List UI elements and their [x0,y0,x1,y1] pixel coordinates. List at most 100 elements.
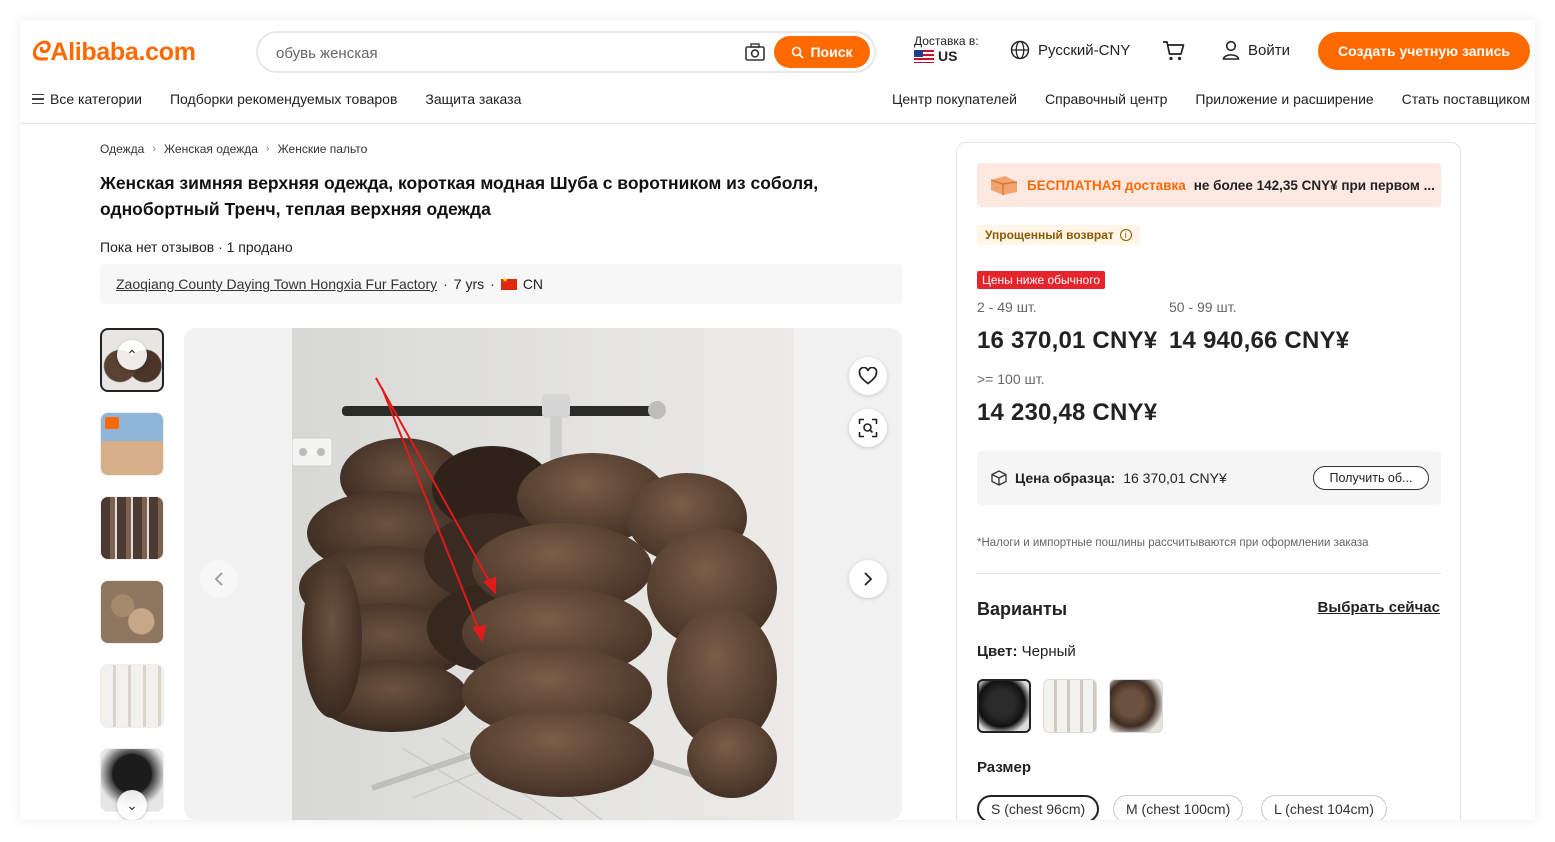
color-label-value: Черный [1021,643,1076,660]
chevron-right-icon: › [265,143,270,155]
next-image-button[interactable] [849,560,887,598]
sample-value: 16 370,01 CNY¥ [1123,470,1227,486]
thumbnail-5[interactable] [100,664,164,728]
language-label: Русский-CNY [1038,41,1131,59]
logo-text: Alibaba.com [50,37,196,66]
header: ᘓ Alibaba.com Поиск Доставка в: [20,20,1535,124]
alibaba-logo[interactable]: ᘓ Alibaba.com [30,34,196,70]
size-option-l[interactable]: L (chest 104cm) [1261,795,1387,820]
search-bar: Поиск [256,31,876,73]
info-icon: i [1119,229,1132,241]
review-summary: Пока нет отзывов · 1 продано [100,239,293,255]
sample-label: Цена образца: [1015,470,1116,486]
cn-flag-icon [500,276,517,290]
breadcrumb-item[interactable]: Одежда [100,142,144,156]
deliver-to[interactable]: Доставка в: US [914,34,979,64]
nav-app-extension[interactable]: Приложение и расширение [1195,91,1373,107]
chevron-right-icon [864,572,873,586]
free-shipping-banner[interactable]: БЕСПЛАТНАЯ доставка не более 142,35 CNY¥… [977,163,1441,207]
user-icon [1222,40,1240,60]
us-flag-icon [914,50,934,63]
color-label-key: Цвет: [977,643,1018,660]
search-button[interactable]: Поиск [774,36,870,68]
breadcrumb: Одежда › Женская одежда › Женские пальто [100,142,367,156]
camera-search-icon[interactable] [744,42,766,62]
sample-price-box: Цена образца: 16 370,01 CNY¥ Получить об… [977,451,1441,505]
deliver-to-country: US [938,48,958,64]
menu-icon [32,93,44,105]
breadcrumb-item[interactable]: Женские пальто [278,142,368,156]
nav-left: Все категории Подборки рекомендуемых тов… [32,88,521,110]
thumbnail-4[interactable] [100,580,164,644]
fur-coat-photo [292,328,794,820]
deliver-to-label: Доставка в: [914,34,979,48]
size-label: Размер [977,759,1032,776]
nav-help-center[interactable]: Справочный центр [1045,91,1167,107]
nav-right: Центр покупателей Справочный центр Прило… [892,88,1530,110]
nav-all-categories[interactable]: Все категории [32,91,142,107]
chevron-right-icon: › [152,143,156,155]
search-icon [792,46,805,59]
nav-become-supplier[interactable]: Стать поставщиком [1402,91,1530,107]
separator-dot: · [490,276,495,292]
tier-1-qty: 2 - 49 шт. [977,299,1037,315]
login-label: Войти [1248,41,1290,59]
supplier-link[interactable]: Zaoqiang County Daying Town Hongxia Fur … [116,276,437,292]
size-option-s[interactable]: S (chest 96cm) [977,795,1100,820]
tier-1-price: 16 370,01 CNY¥ [977,327,1158,354]
easy-return-badge[interactable]: Упрощенный возврат i [977,225,1140,245]
divider [977,573,1441,574]
tier-2-price: 14 940,66 CNY¥ [1169,327,1350,354]
free-shipping-highlight: БЕСПЛАТНАЯ доставка [1027,177,1186,193]
video-badge-icon [105,417,119,429]
globe-icon [1010,40,1030,60]
chevron-up-icon[interactable]: ⌃ [117,340,147,370]
login-link[interactable]: Войти [1222,40,1290,60]
product-title: Женская зимняя верхняя одежда, короткая … [100,173,819,219]
color-swatch-black[interactable] [977,679,1031,733]
previous-image-button[interactable] [200,560,238,598]
tier-2-qty: 50 - 99 шт. [1169,299,1237,315]
chevron-left-icon [214,572,223,586]
supplier-bar: Zaoqiang County Daying Town Hongxia Fur … [100,264,902,304]
thumbnail-3[interactable] [100,496,164,560]
nav-item-label: Все категории [50,91,142,107]
product-photo[interactable] [292,328,794,820]
cart-icon[interactable] [1162,40,1186,62]
gift-truck-icon [990,176,1018,195]
get-sample-button[interactable]: Получить об... [1313,466,1429,490]
search-button-label: Поиск [810,44,853,60]
color-swatch-white[interactable] [1043,679,1097,733]
tax-note: *Налоги и импортные пошлины рассчитывают… [977,537,1369,549]
thumbnail-strip: ⌃ ⌄ [100,328,166,820]
size-option-m[interactable]: M (chest 100cm) [1113,795,1244,820]
variants-heading: Варианты [977,599,1068,619]
free-shipping-text: не более 142,35 CNY¥ при первом ... [1193,177,1435,193]
signup-button[interactable]: Создать учетную запись [1318,32,1530,70]
image-search-icon [858,418,878,438]
thumbnail-2[interactable] [100,412,164,476]
color-swatch-brown[interactable] [1109,679,1163,733]
supplier-country: CN [522,276,544,292]
color-label: Цвет: Черный [977,643,1076,660]
nav-featured-selections[interactable]: Подборки рекомендуемых товаров [170,91,397,107]
package-icon [991,470,1007,486]
language-selector[interactable]: Русский-CNY [1010,40,1130,60]
tier-3-price: 14 230,48 CNY¥ [977,399,1158,426]
choose-now-link[interactable]: Выбрать сейчас [1318,599,1440,616]
logo-mark-icon: ᘓ [30,36,49,66]
lower-price-badge: Цены ниже обычного [977,271,1106,289]
image-viewer [184,328,902,820]
tier-3-qty: >= 100 шт. [977,371,1045,387]
separator-dot: · [443,276,448,292]
nav-order-protection[interactable]: Защита заказа [425,91,521,107]
favorite-button[interactable] [849,357,887,395]
image-search-button[interactable] [849,409,887,447]
supplier-years: 7 yrs [453,276,485,292]
chevron-down-icon[interactable]: ⌄ [117,790,147,820]
breadcrumb-item[interactable]: Женская одежда [164,142,258,156]
page-frame: ᘓ Alibaba.com Поиск Доставка в: [20,20,1535,820]
easy-return-label: Упрощенный возврат [985,228,1114,242]
nav-buyer-center[interactable]: Центр покупателей [892,91,1017,107]
search-input[interactable] [276,43,716,63]
